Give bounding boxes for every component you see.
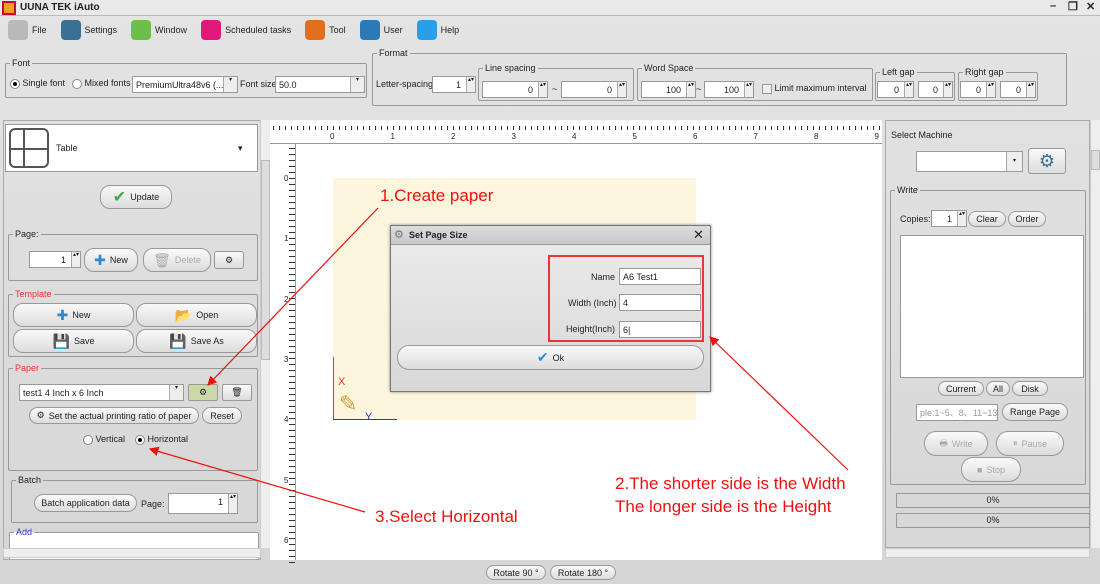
range-input[interactable]: ple:1~5、8、11~13: [916, 404, 998, 421]
copies-label: Copies:: [900, 214, 931, 224]
rotate-180-button[interactable]: Rotate 180 °: [550, 565, 616, 580]
printer-icon: 🖶: [939, 437, 948, 448]
right-panel-vscrollbar[interactable]: [1090, 120, 1100, 548]
write-list[interactable]: [900, 235, 1084, 378]
all-button[interactable]: All: [986, 381, 1010, 396]
pause-button[interactable]: ⏸ Pause: [996, 431, 1064, 456]
annotation-height-line: The longer side is the Height: [615, 497, 832, 516]
write-button[interactable]: 🖶 Write: [924, 431, 988, 456]
gear-icon: ⚙: [1038, 150, 1056, 171]
annotation-width-line: 2.The shorter side is the Width: [615, 474, 846, 493]
arrow-select-horizontal: [148, 446, 366, 513]
pause-icon: ⏸: [1012, 438, 1018, 448]
select-machine-label: Select Machine: [891, 130, 953, 140]
machine-settings-button[interactable]: ⚙: [1028, 148, 1066, 174]
range-page-button[interactable]: Range Page: [1002, 403, 1068, 421]
machine-select[interactable]: ▾: [916, 151, 1023, 172]
right-panel-hscrollbar[interactable]: [885, 548, 1090, 558]
arrow-width-height: [709, 336, 849, 471]
annotation-create-paper: 1.Create paper: [380, 186, 494, 205]
stop-button[interactable]: ■ Stop: [961, 457, 1021, 482]
progress-bar-1: 0%: [896, 493, 1090, 508]
stop-icon: ■: [977, 464, 983, 475]
clear-button[interactable]: Clear: [968, 211, 1006, 227]
annotation-select-horizontal: 3.Select Horizontal: [375, 507, 518, 526]
arrow-create-paper: [207, 207, 379, 386]
right-panel: Select Machine ▾ ⚙ Write Copies: 1 ▴▾ Cle…: [885, 120, 1090, 548]
copies-input[interactable]: 1 ▴▾: [931, 210, 967, 227]
order-button[interactable]: Order: [1008, 211, 1046, 227]
progress-bar-2: 0%: [896, 513, 1090, 528]
current-button[interactable]: Current: [938, 381, 984, 396]
disk-button[interactable]: Disk: [1012, 381, 1048, 396]
rotate-90-button[interactable]: Rotate 90 °: [486, 565, 546, 580]
